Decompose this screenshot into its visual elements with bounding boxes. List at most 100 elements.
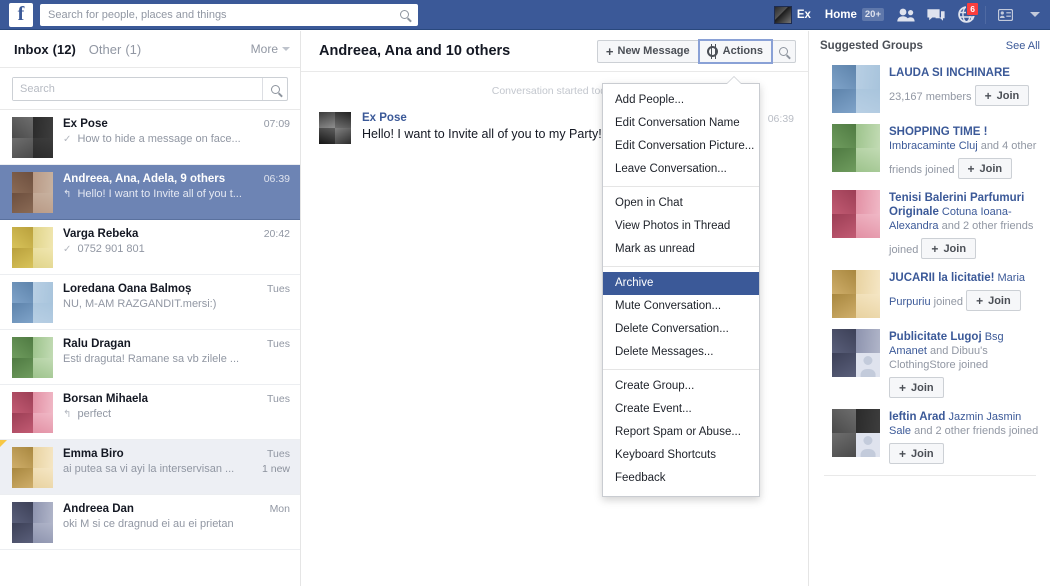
panel-title: Suggested Groups <box>820 40 923 52</box>
actions-dropdown-menu[interactable]: Add People... Edit Conversation Name Edit … <box>602 76 760 497</box>
group-meta: 23,167 members <box>889 91 972 103</box>
notifications-badge: 6 <box>966 1 979 16</box>
friend-requests-icon[interactable] <box>891 0 921 30</box>
group-meta-tail: joined <box>930 295 963 308</box>
group-avatar <box>832 124 880 172</box>
suggested-group-item[interactable]: LAUDA SI INCHINARE 23,167 members + Join <box>810 61 1050 120</box>
menu-item[interactable]: Archive <box>603 272 759 295</box>
chevron-down-icon <box>282 47 290 51</box>
global-search[interactable] <box>40 3 418 26</box>
search-input[interactable] <box>40 4 396 25</box>
conversation-time: 06:39 <box>263 173 290 185</box>
conversation-list-item[interactable]: Emma Biro Tues ai putea sa vi ayi la int… <box>0 440 300 495</box>
suggested-group-item[interactable]: SHOPPING TIME ! Imbracaminte Cluj and 4 … <box>810 120 1050 186</box>
group-member-count: 23,167 members <box>889 90 972 103</box>
menu-separator <box>603 266 759 267</box>
join-group-button[interactable]: + Join <box>921 238 977 259</box>
profile-link[interactable]: Ex <box>767 0 818 30</box>
tab-inbox[interactable]: Inbox <box>14 42 49 57</box>
conversation-search-button[interactable] <box>772 39 796 63</box>
group-name[interactable]: SHOPPING TIME ! <box>889 126 987 138</box>
actions-button[interactable]: Actions <box>697 38 774 64</box>
suggested-group-item[interactable]: Ieftin Arad Jazmin Jasmin Sale and 2 oth… <box>810 405 1050 471</box>
join-group-button[interactable]: + Join <box>974 85 1030 106</box>
conversation-list-item[interactable]: Loredana Oana Balmoș Tues NU, M-AM RAZGA… <box>0 275 300 330</box>
actions-label: Actions <box>722 45 763 57</box>
conversation-summary: Varga Rebeka 20:42 ✓ 0752 901 801 <box>63 227 290 255</box>
menu-item[interactable]: Mute Conversation... <box>603 295 759 318</box>
menu-item[interactable]: Delete Conversation... <box>603 318 759 341</box>
menu-item[interactable]: Delete Messages... <box>603 341 759 364</box>
group-info: LAUDA SI INCHINARE 23,167 members + Join <box>889 65 1040 106</box>
menu-separator <box>603 369 759 370</box>
join-group-button[interactable]: + Join <box>889 377 944 398</box>
avatar <box>12 282 53 323</box>
unread-flag-icon <box>0 440 7 447</box>
menu-item[interactable]: Report Spam or Abuse... <box>603 421 759 444</box>
conversation-list-item[interactable]: Ex Pose 07:09 ✓ How to hide a message on… <box>0 110 300 165</box>
conversation-time: 20:42 <box>263 228 290 240</box>
join-label: Join <box>911 447 934 460</box>
conversation-time: Tues <box>267 448 290 460</box>
conversation-snippet: ↰ perfect <box>63 408 290 420</box>
join-label: Join <box>996 89 1020 102</box>
suggested-group-item[interactable]: JUCARII la licitatie! Maria Purpuriu joi… <box>810 266 1050 325</box>
privacy-shortcuts-icon[interactable] <box>990 0 1020 30</box>
join-label: Join <box>943 242 967 255</box>
suggested-group-item[interactable]: Tenisi Balerini Parfumuri Originale Cotu… <box>810 186 1050 266</box>
group-name[interactable]: JUCARII la licitatie! <box>889 272 994 284</box>
avatar <box>12 447 53 488</box>
globe-notifications-icon[interactable]: 6 <box>951 0 981 30</box>
group-avatar <box>832 65 880 113</box>
message-status-icon: ✓ <box>63 134 72 145</box>
menu-item[interactable]: Edit Conversation Name <box>603 112 759 135</box>
conversation-header-buttons: + New Message Actions <box>596 38 796 64</box>
conversation-snippet: ✓ 0752 901 801 <box>63 243 290 255</box>
menu-item[interactable]: Leave Conversation... <box>603 158 759 181</box>
thread-search-input[interactable] <box>13 78 262 100</box>
menu-item[interactable]: Create Event... <box>603 398 759 421</box>
suggested-groups-header: Suggested Groups See All <box>810 31 1050 61</box>
group-info: Tenisi Balerini Parfumuri Originale Cotu… <box>889 190 1040 259</box>
facebook-logo-icon[interactable]: f <box>9 2 33 27</box>
snippet-text: How to hide a message on face... <box>77 133 241 145</box>
more-dropdown-button[interactable]: More <box>251 42 290 56</box>
new-message-button[interactable]: + New Message <box>596 39 699 63</box>
conversation-list-item[interactable]: Ralu Dragan Tues Esti draguta! Ramane sa… <box>0 330 300 385</box>
conversation-list-item[interactable]: Andreea, Ana, Adela, 9 others 06:39 ↰ He… <box>0 165 300 220</box>
menu-item[interactable]: Keyboard Shortcuts <box>603 444 759 467</box>
join-group-button[interactable]: + Join <box>957 158 1013 179</box>
home-link[interactable]: Home 20+ <box>818 0 891 30</box>
tab-other[interactable]: Other <box>89 42 122 57</box>
group-name[interactable]: Ieftin Arad <box>889 411 945 423</box>
group-name[interactable]: LAUDA SI INCHINARE <box>889 67 1010 79</box>
conversation-list-item[interactable]: Andreea Dan Mon oki M si ce dragnud ei a… <box>0 495 300 550</box>
group-friend-name[interactable]: Imbracaminte Cluj <box>889 140 978 152</box>
group-name[interactable]: Publicitate Lugoj <box>889 331 982 343</box>
plus-icon: + <box>984 88 992 103</box>
group-meta-tail: and 2 other friends joined <box>911 425 1039 437</box>
messages-icon[interactable] <box>921 0 951 30</box>
messages-sidebar: Inbox (12) Other (1) More Ex Pose 07:09 … <box>0 31 301 586</box>
menu-item[interactable]: View Photos in Thread <box>603 215 759 238</box>
thread-search[interactable] <box>12 77 288 101</box>
menu-item[interactable]: Open in Chat <box>603 192 759 215</box>
conversation-list-item[interactable]: Varga Rebeka 20:42 ✓ 0752 901 801 <box>0 220 300 275</box>
join-group-button[interactable]: + Join <box>889 443 944 464</box>
conversation-list: Ex Pose 07:09 ✓ How to hide a message on… <box>0 109 300 550</box>
menu-item[interactable]: Mark as unread <box>603 238 759 261</box>
join-group-button[interactable]: + Join <box>966 290 1021 311</box>
menu-item[interactable]: Feedback <box>603 467 759 490</box>
menu-item[interactable]: Create Group... <box>603 375 759 398</box>
search-icon[interactable] <box>396 10 418 19</box>
menu-item[interactable]: Add People... <box>603 89 759 112</box>
conversation-name: Ex Pose <box>63 118 108 130</box>
menu-item[interactable]: Edit Conversation Picture... <box>603 135 759 158</box>
profile-name: Ex <box>796 8 811 21</box>
see-all-link[interactable]: See All <box>1006 40 1040 52</box>
search-icon[interactable] <box>262 78 287 100</box>
suggested-group-item[interactable]: Publicitate Lugoj Bsg Amanet and Dibuu's… <box>810 325 1050 405</box>
conversation-list-item[interactable]: Borsan Mihaela Tues ↰ perfect <box>0 385 300 440</box>
account-menu-chevron-down-icon[interactable] <box>1020 0 1050 30</box>
snippet-text: ai putea sa vi ayi la interservisan ... <box>63 463 235 475</box>
